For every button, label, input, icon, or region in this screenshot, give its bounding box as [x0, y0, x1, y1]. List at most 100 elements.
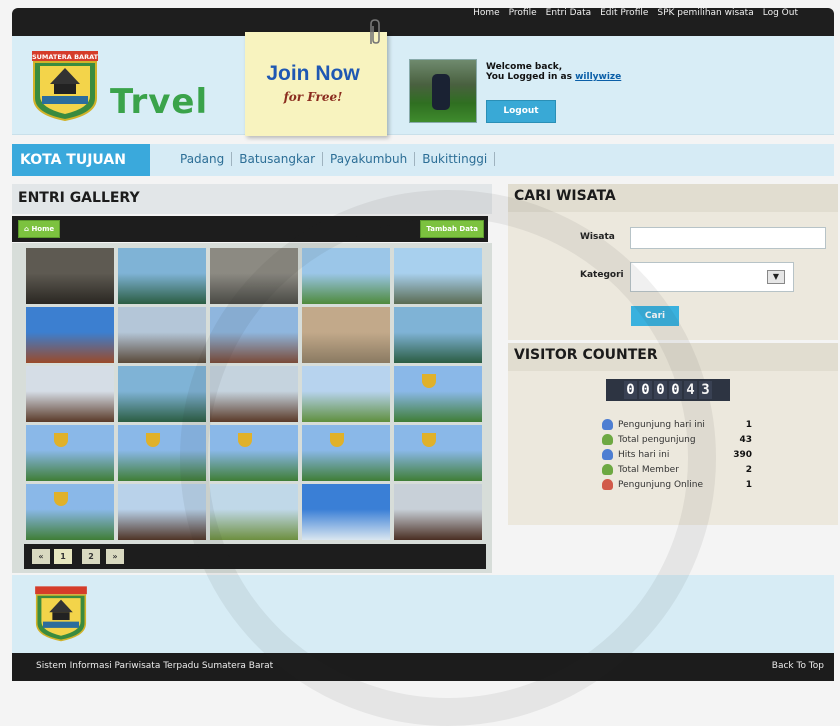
nav-home[interactable]: Home — [473, 8, 500, 18]
person-icon — [602, 419, 613, 430]
tambah-data-button[interactable]: Tambah Data — [420, 220, 484, 238]
username-link[interactable]: willywize — [575, 72, 621, 82]
gallery-thumbnail[interactable] — [302, 307, 390, 363]
gallery-title: ENTRI GALLERY — [12, 184, 492, 214]
gallery-thumbnail[interactable] — [210, 248, 298, 304]
cari-button[interactable]: Cari — [631, 306, 679, 326]
visitor-stats: Pengunjung hari ini 1 Total pengunjung 43 Hi… — [602, 417, 752, 492]
gallery-thumbnail[interactable] — [394, 484, 482, 540]
lower-panel — [12, 575, 834, 653]
gallery-grid — [26, 248, 482, 540]
gallery-thumbnail[interactable] — [394, 248, 482, 304]
gallery-thumbnail[interactable] — [210, 484, 298, 540]
page-prev[interactable]: « — [32, 549, 50, 564]
wisata-input[interactable] — [630, 227, 826, 249]
top-nav-links: Home Profile Entri Data Edit Profile SPK… — [473, 8, 798, 18]
gallery-toolbar: ⌂ Home Tambah Data — [12, 216, 488, 242]
gallery-thumbnail[interactable] — [302, 248, 390, 304]
logo-word: Trvel — [110, 82, 209, 122]
stat-value: 390 — [733, 449, 752, 460]
nav-logout[interactable]: Log Out — [763, 8, 798, 18]
gallery-thumbnail[interactable] — [118, 425, 206, 481]
counter-digit: 4 — [684, 381, 697, 399]
search-panel: CARI WISATA Wisata Kategori ▼ Cari — [508, 184, 838, 340]
page-1[interactable]: 1 — [54, 549, 72, 564]
counter-digit: 3 — [699, 381, 712, 399]
stat-row: Pengunjung Online 1 — [602, 477, 752, 492]
join-now-title: Join Now — [266, 62, 360, 85]
city-padang[interactable]: Padang — [180, 152, 231, 166]
footer: Sistem Informasi Pariwisata Terpadu Suma… — [12, 653, 834, 681]
wisata-label: Wisata — [580, 232, 615, 242]
stat-label: Hits hari ini — [618, 449, 670, 460]
stat-label: Pengunjung hari ini — [618, 419, 705, 430]
kategori-label: Kategori — [580, 270, 624, 280]
sumbar-logo-icon: SUMATERA BARAT — [26, 48, 104, 122]
gallery-thumbnail[interactable] — [118, 307, 206, 363]
welcome-text: Welcome back, — [486, 62, 563, 72]
gallery-home-button[interactable]: ⌂ Home — [18, 220, 61, 238]
nav-entri-data[interactable]: Entri Data — [546, 8, 591, 18]
stat-value: 1 — [745, 419, 752, 430]
logout-button[interactable]: Logout — [486, 100, 556, 123]
city-payakumbuh[interactable]: Payakumbuh — [322, 152, 414, 166]
chevron-down-icon: ▼ — [767, 270, 785, 284]
gallery-thumbnail[interactable] — [210, 425, 298, 481]
counter-digit: 0 — [669, 381, 682, 399]
gallery-thumbnail[interactable] — [394, 425, 482, 481]
gallery-thumbnail[interactable] — [394, 307, 482, 363]
gallery-thumbnail[interactable] — [26, 248, 114, 304]
gallery-thumbnail[interactable] — [26, 484, 114, 540]
pagination: « 1 2 » — [24, 544, 486, 569]
counter-digit: 0 — [639, 381, 652, 399]
footer-text: Sistem Informasi Pariwisata Terpadu Suma… — [36, 661, 274, 671]
city-links: Padang Batusangkar Payakumbuh Bukittingg… — [180, 152, 496, 166]
badge-text: SUMATERA BARAT — [32, 53, 99, 61]
visitor-counter: 0 0 0 0 4 3 — [606, 379, 730, 401]
city-bukittinggi[interactable]: Bukittinggi — [414, 152, 496, 166]
gallery-thumbnail[interactable] — [210, 307, 298, 363]
footer-logo-icon — [30, 584, 92, 642]
stat-row: Hits hari ini 390 — [602, 447, 752, 462]
avatar — [409, 59, 477, 123]
kota-tujuan-label: KOTA TUJUAN — [12, 144, 150, 176]
page-next[interactable]: » — [106, 549, 124, 564]
paperclip-icon — [370, 19, 380, 44]
gallery-thumbnail[interactable] — [302, 425, 390, 481]
stat-label: Pengunjung Online — [618, 479, 703, 490]
stat-value: 2 — [745, 464, 752, 475]
kategori-select[interactable]: ▼ — [630, 262, 794, 292]
nav-edit-profile[interactable]: Edit Profile — [600, 8, 648, 18]
gallery-thumbnail[interactable] — [118, 484, 206, 540]
stat-label: Total pengunjung — [618, 434, 696, 445]
gallery-thumbnail[interactable] — [26, 307, 114, 363]
back-to-top-link[interactable]: Back To Top — [772, 661, 824, 671]
person-icon — [602, 449, 613, 460]
gallery-thumbnail[interactable] — [118, 248, 206, 304]
person-icon — [602, 464, 613, 475]
gallery-thumbnail[interactable] — [118, 366, 206, 422]
join-now-subtitle: for Free! — [283, 90, 343, 104]
nav-profile[interactable]: Profile — [509, 8, 537, 18]
counter-digit: 0 — [624, 381, 637, 399]
gallery-thumbnail[interactable] — [26, 366, 114, 422]
stat-value: 43 — [739, 434, 752, 445]
join-now-note[interactable]: Join Now for Free! — [245, 19, 387, 136]
logged-in-text: You Logged in as — [486, 72, 572, 82]
stat-value: 1 — [745, 479, 752, 490]
gallery-thumbnail[interactable] — [302, 366, 390, 422]
stat-row: Total Member 2 — [602, 462, 752, 477]
welcome-block: Welcome back, You Logged in as willywize — [486, 62, 621, 82]
person-icon — [602, 479, 613, 490]
stat-label: Total Member — [618, 464, 679, 475]
search-title: CARI WISATA — [514, 188, 616, 204]
gallery-thumbnail[interactable] — [26, 425, 114, 481]
gallery-thumbnail[interactable] — [394, 366, 482, 422]
nav-spk[interactable]: SPK pemilihan wisata — [657, 8, 753, 18]
visitor-panel: VISITOR COUNTER 0 0 0 0 4 3 Pengunjung h… — [508, 343, 838, 525]
page-2[interactable]: 2 — [82, 549, 100, 564]
city-batusangkar[interactable]: Batusangkar — [231, 152, 322, 166]
gallery-thumbnail[interactable] — [302, 484, 390, 540]
gallery-home-label: Home — [31, 225, 55, 233]
gallery-thumbnail[interactable] — [210, 366, 298, 422]
